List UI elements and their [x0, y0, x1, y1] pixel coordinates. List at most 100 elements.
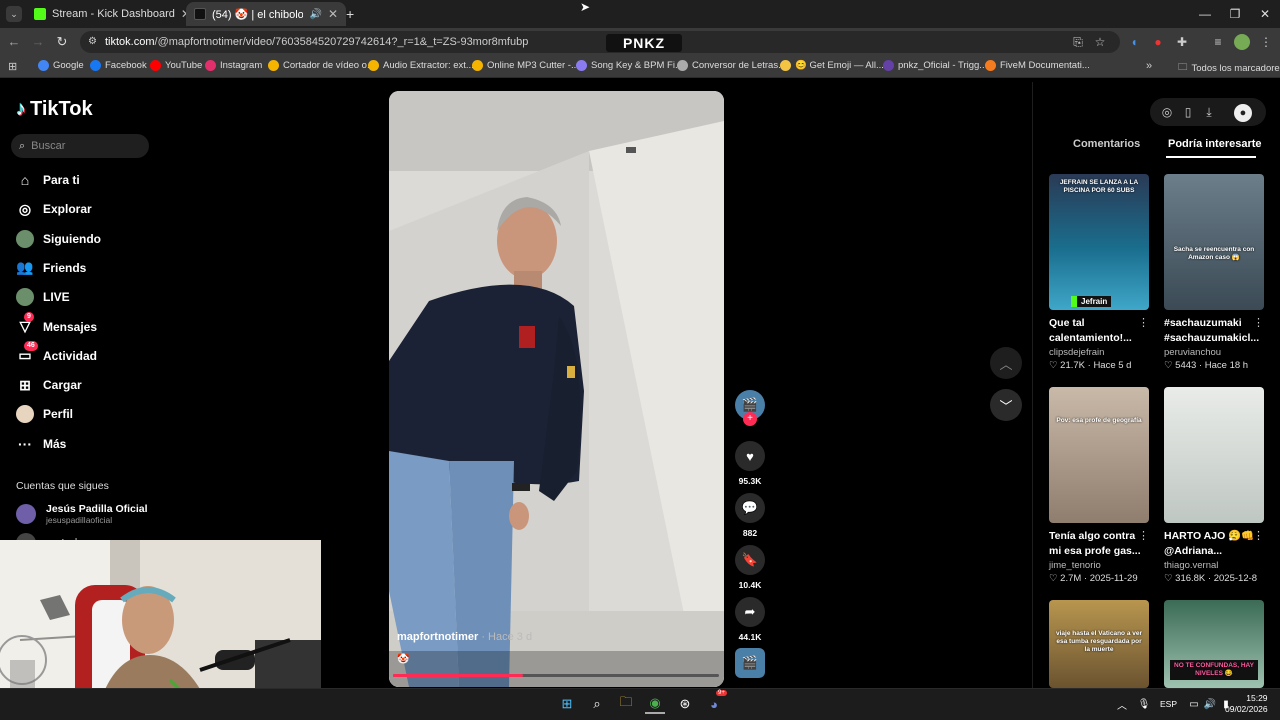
forward-button[interactable]: → [28, 32, 48, 52]
reload-button[interactable]: ↻ [52, 32, 72, 52]
sidebar-item-siguiendo[interactable]: ● Siguiendo [16, 229, 101, 248]
creator-avatar-button[interactable]: 🎬 + [735, 390, 765, 426]
all-bookmarks-folder[interactable]: 🗀 Todos los marcadores [1178, 60, 1280, 76]
media-controls-icon[interactable]: ≡ [1210, 34, 1226, 50]
bookmark-item[interactable]: pnkz_Oficial - Trigg... [883, 60, 987, 71]
bookmark-item[interactable]: FiveM Documentati... [985, 60, 1090, 71]
new-tab-button[interactable]: + [346, 6, 354, 22]
follow-plus-icon[interactable]: + [743, 412, 757, 426]
video-thumbnail[interactable] [1164, 387, 1264, 523]
save-button[interactable]: 🔖 10.4K [735, 545, 765, 590]
windows-start-icon[interactable]: ⊞ [557, 694, 577, 714]
back-button[interactable]: ← [4, 32, 24, 52]
speaker-icon[interactable]: 🔊 [309, 9, 321, 20]
video-progress-bar[interactable] [393, 674, 719, 677]
user-avatar-icon[interactable]: ● [1234, 104, 1252, 122]
card-title[interactable]: Tenía algo contra mi esa profe gas... [1049, 529, 1151, 559]
video-thumbnail[interactable]: NO TE CONFUNDAS, HAY NIVELES 😂 [1164, 600, 1264, 688]
recommended-video-card[interactable]: NO TE CONFUNDAS, HAY NIVELES 😂 [1164, 600, 1266, 688]
bookmark-item[interactable]: Google [38, 60, 84, 71]
more-options-icon[interactable]: ⋮ [1138, 529, 1149, 542]
card-title[interactable]: Que tal calentamiento!... [1049, 316, 1151, 346]
sidebar-item-live[interactable]: ◉ LIVE [16, 288, 70, 307]
sidebar-item-perfil[interactable]: ● Perfil [16, 405, 73, 424]
bookmark-item[interactable]: Audio Extractor: ext... [368, 60, 474, 71]
tab-kick-dashboard[interactable]: Stream - Kick Dashboard ✕ [26, 2, 186, 26]
bookmark-item[interactable]: Instagram [205, 60, 262, 71]
video-thumbnail[interactable]: JEFRAIN SE LANZA A LA PISCINA POR 60 SUB… [1049, 174, 1149, 310]
tab-search-button[interactable]: ⌄ [6, 6, 22, 22]
download-icon[interactable]: ⤓ [1202, 105, 1216, 120]
close-tab-icon[interactable]: ✕ [175, 7, 186, 21]
bookmark-item[interactable]: Online MP3 Cutter -... [472, 60, 579, 71]
bookmark-item[interactable]: 😊 Get Emoji — All... [780, 60, 884, 71]
card-title[interactable]: HARTO AJO 😮‍💨👊 @Adriana... [1164, 529, 1266, 559]
chrome-menu-icon[interactable]: ⋮ [1258, 34, 1274, 50]
extension-wave-icon[interactable]: ◖ [1126, 34, 1142, 50]
file-explorer-icon[interactable]: 🗀 [616, 694, 636, 714]
search-input[interactable]: ⌕ Buscar [11, 134, 149, 158]
share-button[interactable]: ➦ 44.1K [735, 597, 765, 642]
profile-avatar-icon[interactable] [1234, 34, 1250, 50]
previous-video-button[interactable]: ︿ [990, 347, 1022, 379]
recommended-video-card[interactable]: JEFRAIN SE LANZA A LA PISCINA POR 60 SUB… [1049, 174, 1151, 371]
microphone-icon[interactable]: 🎙 [1134, 694, 1154, 714]
sidebar-item-para-ti[interactable]: ⌂ Para ti [16, 171, 80, 189]
like-button[interactable]: ♥ 95.3K [735, 441, 765, 486]
bookmark-item[interactable]: Conversor de Letras... [677, 60, 786, 71]
tab-comments[interactable]: Comentarios [1073, 138, 1140, 150]
recommended-video-card[interactable]: HARTO AJO 😮‍💨👊 @Adriana... ⋮ thiago.vernal… [1164, 387, 1266, 584]
recommended-video-card[interactable]: viaje hasta el Vaticano a ver esa tumba … [1049, 600, 1151, 688]
bookmark-item[interactable]: Cortador de vídeo o... [268, 60, 375, 71]
sidebar-item-m-s[interactable]: ··· Más [16, 435, 66, 453]
obs-taskbar-icon[interactable]: ⊛ [675, 694, 695, 714]
close-window-button[interactable]: ✕ [1250, 4, 1280, 24]
coins-icon[interactable]: ◎ [1160, 105, 1174, 119]
more-options-icon[interactable]: ⋮ [1138, 316, 1149, 329]
sidebar-item-explorar[interactable]: ◎ Explorar [16, 200, 92, 218]
install-app-icon[interactable]: ⎘ [1070, 34, 1086, 50]
card-author[interactable]: clipsdejefrain [1049, 347, 1151, 358]
video-thumbnail[interactable]: Sacha se reencuentra con Amazon caso 😱 [1164, 174, 1264, 310]
language-indicator[interactable]: ESP [1160, 699, 1177, 709]
chrome-taskbar-icon[interactable]: ◉ [645, 694, 665, 714]
bookmarks-overflow-icon[interactable]: » [1146, 60, 1152, 72]
music-disc-button[interactable]: 🎬 [735, 648, 765, 678]
card-author[interactable]: peruvianchou [1164, 347, 1266, 358]
tray-overflow-icon[interactable]: ︿ [1112, 694, 1132, 714]
bookmark-item[interactable]: Song Key & BPM Fi... [576, 60, 683, 71]
card-title[interactable]: #sachauzumaki #sachauzumakicl... [1164, 316, 1266, 346]
restore-button[interactable]: ❐ [1220, 4, 1250, 24]
sidebar-item-friends[interactable]: 👥 Friends [16, 259, 86, 277]
tiktok-logo[interactable]: ♪ TikTok [16, 98, 93, 121]
tab-tiktok[interactable]: (54) 🤡 | el chibolo del 8 | TikTok 🔊 ✕ [186, 2, 346, 26]
recommended-video-card[interactable]: Pov: esa profe de geografía Tenía algo co… [1049, 387, 1151, 584]
comment-button[interactable]: 💬 882 [735, 493, 765, 538]
next-video-button[interactable]: ﹀ [990, 389, 1022, 421]
video-player[interactable] [389, 91, 724, 687]
bookmark-star-icon[interactable]: ☆ [1092, 34, 1108, 50]
device-icon[interactable]: ▯ [1181, 105, 1195, 119]
apps-grid-icon[interactable]: ⊞ [8, 60, 17, 73]
followed-account[interactable]: Jesús Padilla Oficial jesuspadillaoficial [16, 503, 148, 525]
taskbar-clock[interactable]: 15:29 09/02/2026 [1225, 693, 1268, 715]
video-author[interactable]: mapfortnotimer · Hace 3 d [397, 631, 532, 643]
site-info-icon[interactable]: ⚙ [88, 36, 97, 47]
recommended-video-card[interactable]: Sacha se reencuentra con Amazon caso 😱 #s… [1164, 174, 1266, 371]
close-tab-icon[interactable]: ✕ [322, 7, 338, 21]
card-author[interactable]: thiago.vernal [1164, 560, 1266, 571]
bookmark-item[interactable]: YouTube [150, 60, 202, 71]
sidebar-item-cargar[interactable]: ⊞ Cargar [16, 376, 82, 394]
taskbar-search-icon[interactable]: ⌕ [587, 694, 607, 714]
tab-recommended[interactable]: Podría interesarte [1168, 138, 1262, 150]
sidebar-item-mensajes[interactable]: ▽ 9 Mensajes [16, 311, 97, 336]
card-author[interactable]: jime_tenorio [1049, 560, 1151, 571]
minimize-button[interactable]: — [1190, 4, 1220, 24]
extensions-puzzle-icon[interactable]: ✚ [1174, 34, 1190, 50]
more-options-icon[interactable]: ⋮ [1253, 529, 1264, 542]
video-thumbnail[interactable]: Pov: esa profe de geografía [1049, 387, 1149, 523]
bookmark-item[interactable]: Facebook [90, 60, 147, 71]
extension-red-icon[interactable]: ● [1150, 34, 1166, 50]
more-options-icon[interactable]: ⋮ [1253, 316, 1264, 329]
discord-taskbar-icon[interactable]: ◕ 9+ [704, 690, 727, 714]
